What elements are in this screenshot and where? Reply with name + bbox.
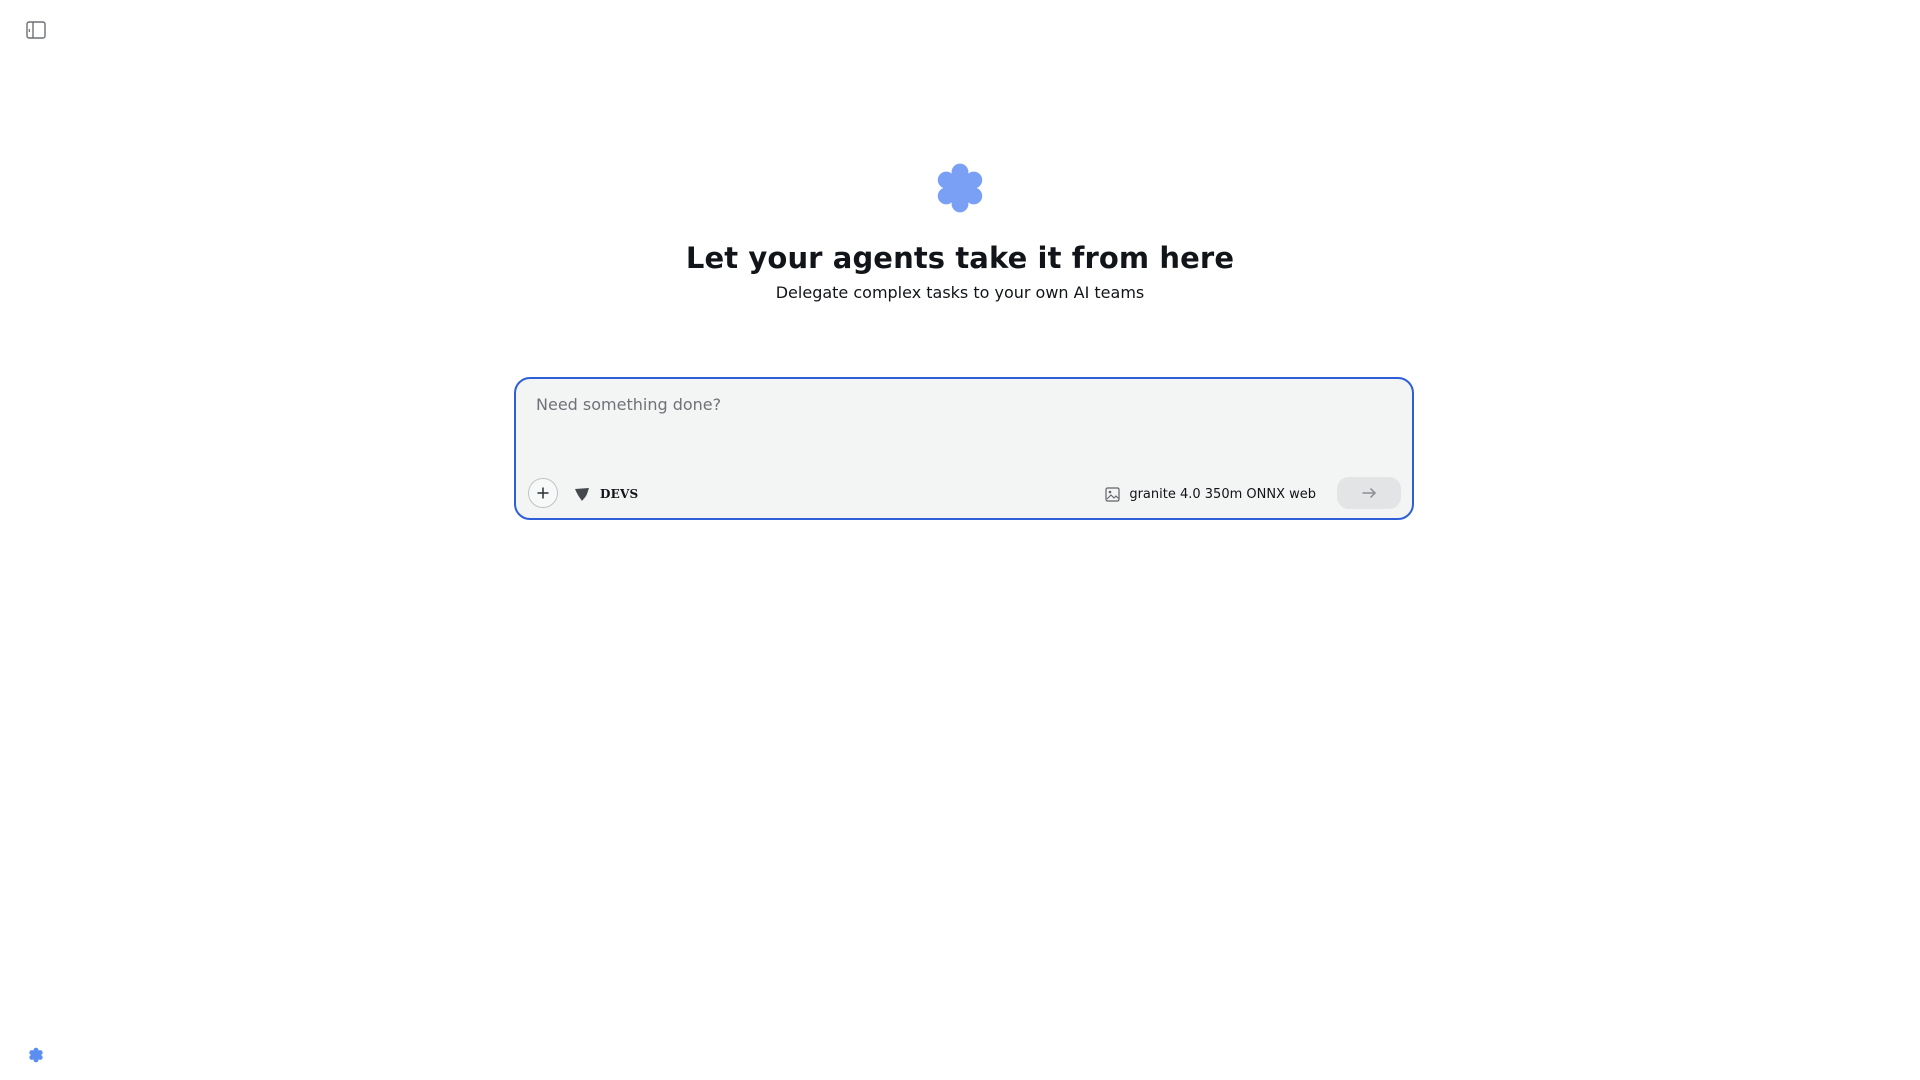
team-label: DEVS: [600, 487, 639, 501]
sidebar-toggle-button[interactable]: [24, 18, 48, 42]
flower-star-icon: [937, 163, 983, 213]
sidebar-panel-icon: [26, 21, 46, 39]
page-subtitle: Delegate complex tasks to your own AI te…: [775, 283, 1145, 302]
prompt-composer: DEVS granite 4.0 350m ONNX web: [514, 377, 1414, 520]
page-title: Let your agents take it from here: [685, 241, 1235, 275]
arrow-right-icon: [1362, 487, 1377, 499]
image-icon: [1105, 486, 1120, 502]
send-button[interactable]: [1337, 477, 1401, 509]
hero-section: Let your agents take it from here Delega…: [0, 158, 1920, 304]
app-logo-icon[interactable]: [27, 1046, 45, 1064]
team-selector[interactable]: DEVS: [574, 483, 638, 505]
plus-icon: [537, 487, 549, 499]
add-attachment-button[interactable]: [528, 478, 558, 508]
model-label: granite 4.0 350m ONNX web: [1129, 486, 1316, 502]
model-selector[interactable]: granite 4.0 350m ONNX web: [1105, 483, 1316, 505]
prompt-input[interactable]: [534, 393, 1398, 457]
shield-icon: [575, 488, 589, 501]
